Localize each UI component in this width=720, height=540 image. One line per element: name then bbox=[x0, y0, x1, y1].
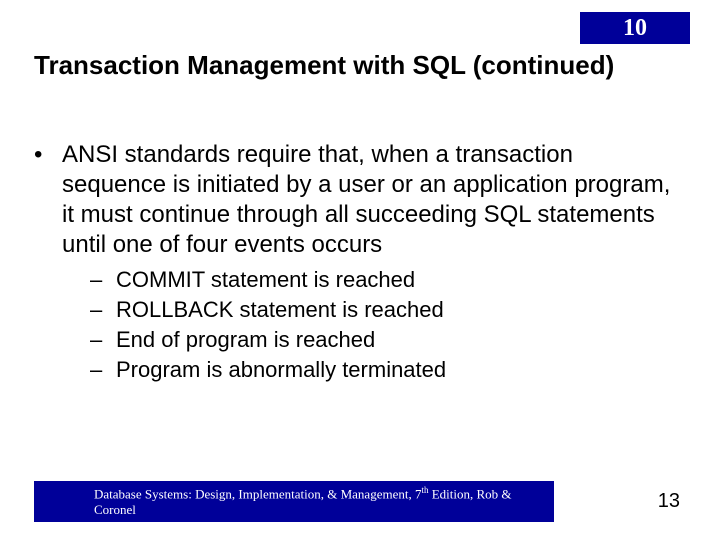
sub-bullet: – COMMIT statement is reached bbox=[90, 266, 680, 294]
sub-bullet-list: – COMMIT statement is reached – ROLLBACK… bbox=[90, 266, 680, 384]
dash-marker: – bbox=[90, 356, 116, 384]
sub-bullet-text: Program is abnormally terminated bbox=[116, 356, 446, 384]
sub-bullet-text: ROLLBACK statement is reached bbox=[116, 296, 444, 324]
dash-marker: – bbox=[90, 296, 116, 324]
bullet-level-1: • ANSI standards require that, when a tr… bbox=[34, 140, 680, 260]
sub-bullet-text: End of program is reached bbox=[116, 326, 375, 354]
dash-marker: – bbox=[90, 326, 116, 354]
footer-text-prefix: Database Systems: Design, Implementation… bbox=[94, 486, 421, 501]
slide-title: Transaction Management with SQL (continu… bbox=[34, 50, 614, 81]
page-number: 13 bbox=[658, 490, 690, 513]
bullet-marker: • bbox=[34, 140, 62, 170]
footer: Database Systems: Design, Implementation… bbox=[34, 481, 690, 522]
dash-marker: – bbox=[90, 266, 116, 294]
chapter-number-badge: 10 bbox=[580, 12, 690, 44]
sub-bullet: – End of program is reached bbox=[90, 326, 680, 354]
bullet-text: ANSI standards require that, when a tran… bbox=[62, 140, 680, 260]
sub-bullet-text: COMMIT statement is reached bbox=[116, 266, 415, 294]
footer-citation: Database Systems: Design, Implementation… bbox=[34, 481, 554, 522]
content-area: • ANSI standards require that, when a tr… bbox=[34, 140, 680, 386]
sub-bullet: – Program is abnormally terminated bbox=[90, 356, 680, 384]
sub-bullet: – ROLLBACK statement is reached bbox=[90, 296, 680, 324]
